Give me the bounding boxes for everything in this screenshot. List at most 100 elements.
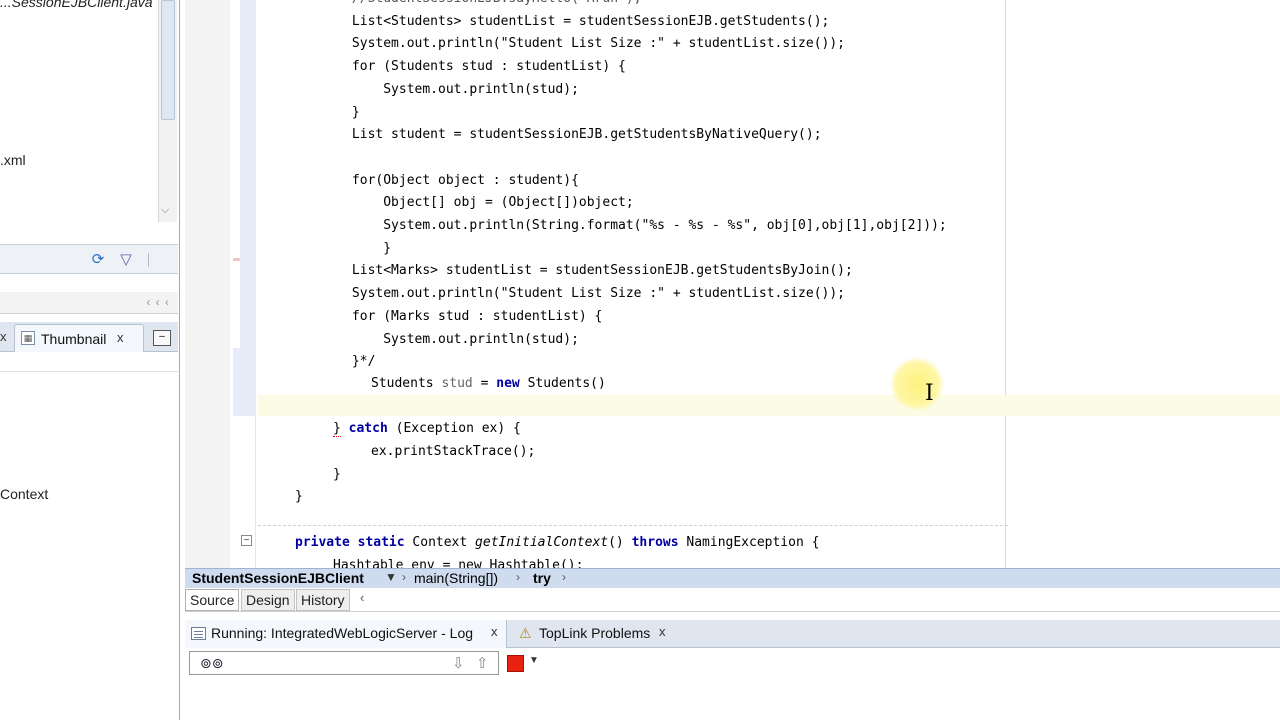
code-line: } xyxy=(258,104,360,120)
fold-collapse-icon[interactable]: − xyxy=(241,535,252,546)
stop-button[interactable] xyxy=(507,655,524,672)
log-tabbar: Running: IntegratedWebLogicServer - Log … xyxy=(185,620,1280,648)
breadcrumb-method[interactable]: main(String[]) xyxy=(414,570,498,586)
log-toolbar: ⊚⊚ ⇩ ⇧ ▼ xyxy=(185,649,1280,677)
code-line: List<Marks> studentList = studentSession… xyxy=(258,263,853,279)
code-line-stacktrace: ex.printStackTrace(); xyxy=(371,444,536,459)
method-separator xyxy=(258,525,1008,526)
find-next-icon[interactable]: ⇩ xyxy=(452,654,465,672)
toolbar-separator xyxy=(148,253,149,267)
navigator-scrollbar[interactable]: ⌵ xyxy=(158,0,177,222)
binoculars-icon: ⊚⊚ xyxy=(200,655,224,671)
code-editor[interactable]: − //StudentSessionEJB.sayHello("Arun"); … xyxy=(185,0,1280,568)
breadcrumb-dropdown-icon[interactable]: ▼ xyxy=(385,570,397,584)
change-marker xyxy=(233,348,240,416)
cursor-highlight xyxy=(890,357,944,411)
close-icon[interactable]: x xyxy=(491,624,498,639)
prev-tab-close-icon[interactable]: x xyxy=(0,329,7,344)
code-line: //StudentSessionEJB.sayHello("Arun"); xyxy=(258,0,642,8)
code-line: System.out.println("Student List Size :"… xyxy=(258,36,845,52)
thumbnail-icon: ▦ xyxy=(21,331,35,345)
line-gutter xyxy=(185,0,230,568)
fold-region-marker xyxy=(240,0,256,416)
editor-view-tabs: Source Design History ‹ xyxy=(185,588,1280,612)
thumbnail-tabbar: x ▦ Thumbnail x – xyxy=(0,322,178,352)
find-previous-icon[interactable]: ⇧ xyxy=(476,654,489,672)
code-line-method: private static Context getInitialContext… xyxy=(295,534,819,552)
code-token-catch: catch xyxy=(348,421,388,436)
tab-toplink-label: TopLink Problems xyxy=(539,625,651,641)
breadcrumb-class[interactable]: StudentSessionEJBClient xyxy=(192,570,364,586)
close-icon[interactable]: x xyxy=(659,624,666,639)
code-token-static: static xyxy=(357,535,405,550)
code-token-var: stud xyxy=(441,376,473,391)
close-icon[interactable]: x xyxy=(117,330,124,345)
tab-source[interactable]: Source xyxy=(185,589,240,611)
log-search-input[interactable]: ⊚⊚ ⇩ ⇧ xyxy=(189,651,499,675)
code-line: for(Object object : student){ xyxy=(258,172,579,188)
tabs-scroll-left-icon[interactable]: ‹ xyxy=(360,590,364,605)
tree-item-context[interactable]: Context xyxy=(0,486,48,502)
breadcrumb-separator-icon: › xyxy=(516,570,520,584)
log-panel: Running: IntegratedWebLogicServer - Log … xyxy=(185,612,1280,720)
right-margin-line xyxy=(1005,0,1006,568)
code-token-new: new xyxy=(496,376,520,391)
code-line: System.out.println("Student List Size :"… xyxy=(258,286,845,302)
log-icon xyxy=(191,627,206,640)
breadcrumb: StudentSessionEJBClient ▼ › main(String[… xyxy=(185,568,1280,588)
code-line: for (Marks stud : studentList) { xyxy=(258,308,603,324)
panel-divider[interactable]: ‹ ‹ ‹ xyxy=(0,292,178,314)
error-marker xyxy=(233,258,240,261)
code-line: List student = studentSessionEJB.getStud… xyxy=(258,127,822,143)
minimize-button[interactable]: – xyxy=(153,330,171,346)
code-line: }*/ xyxy=(258,354,376,370)
code-line-close: } xyxy=(333,467,341,482)
code-token-throws: throws xyxy=(631,535,679,550)
code-line: Object[] obj = (Object[])object; xyxy=(258,195,634,211)
breadcrumb-try[interactable]: try xyxy=(533,570,551,586)
breadcrumb-separator-icon: › xyxy=(562,570,566,584)
tab-running-log[interactable]: Running: IntegratedWebLogicServer - Log … xyxy=(185,620,507,648)
code-token-private: private xyxy=(295,535,350,550)
code-line: } xyxy=(258,240,392,256)
filter-icon[interactable]: ▽ xyxy=(116,250,136,270)
tree-item-client-java[interactable]: ...SessionEJBClient.java xyxy=(0,0,153,10)
code-token-exception: (Exception ex) { xyxy=(395,421,521,436)
collapse-chevrons-icon[interactable]: ‹ ‹ ‹ xyxy=(146,295,170,309)
breadcrumb-separator-icon: › xyxy=(402,570,406,584)
warning-icon: ⚠ xyxy=(519,625,532,641)
navigator-panel: ...SessionEJBClient.java .xml Context ⌵ … xyxy=(0,0,180,720)
code-token-type: Students xyxy=(371,376,434,391)
text-cursor-icon: I xyxy=(925,381,934,406)
current-line-highlight xyxy=(258,395,1280,416)
code-line: for (Students stud : studentList) { xyxy=(258,59,626,75)
code-token-parens: () xyxy=(608,535,624,550)
code-line-hashtable: Hashtable env = new Hashtable(); xyxy=(333,558,584,568)
code-line-catch: } catch (Exception ex) { xyxy=(333,420,521,438)
tab-running-log-label: Running: IntegratedWebLogicServer - Log xyxy=(211,625,474,641)
code-line: System.out.println(String.format("%s - %… xyxy=(258,218,947,233)
navigator-toolbar: ⟳ ▽ xyxy=(0,244,178,274)
sync-icon[interactable]: ⟳ xyxy=(88,250,108,270)
tab-history[interactable]: History xyxy=(296,589,350,611)
code-token-eq: = xyxy=(480,376,489,391)
code-line-close: } xyxy=(295,489,303,504)
code-line: System.out.println(stud); xyxy=(258,81,579,97)
tree-item-xml[interactable]: .xml xyxy=(0,152,26,168)
code-line-students: Students stud = new Students() xyxy=(371,375,606,393)
code-line: System.out.println(stud); xyxy=(258,331,579,347)
code-line: List<Students> studentList = studentSess… xyxy=(258,13,830,29)
tab-thumbnail[interactable]: ▦ Thumbnail x xyxy=(14,324,144,352)
scroll-down-icon[interactable]: ⌵ xyxy=(161,204,169,217)
code-token-brace: } xyxy=(333,421,341,437)
code-token-exception: NamingException { xyxy=(686,535,820,550)
code-token-type: Context xyxy=(412,535,468,550)
code-token-method-name: getInitialContext xyxy=(475,535,609,550)
tab-design[interactable]: Design xyxy=(241,589,295,611)
thumbnail-body xyxy=(0,352,178,372)
tab-thumbnail-label: Thumbnail xyxy=(41,331,107,347)
stop-dropdown-icon[interactable]: ▼ xyxy=(529,655,539,666)
tab-toplink-problems[interactable]: ⚠ TopLink Problems x xyxy=(515,620,675,648)
scrollbar-thumb[interactable] xyxy=(161,0,175,120)
code-token-ctor: Students() xyxy=(527,376,606,391)
